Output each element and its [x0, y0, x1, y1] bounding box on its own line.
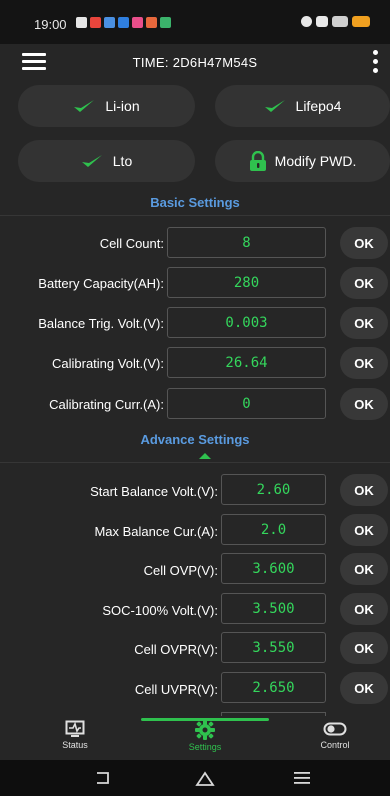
start-balance-volt-input[interactable]: 2.60 [221, 474, 326, 505]
calibrating-volt-label: Calibrating Volt.(V): [52, 356, 164, 371]
app-blue2-icon [118, 17, 129, 28]
nav-settings[interactable]: Settings [160, 720, 250, 752]
soc-100-volt-ok-button[interactable]: OK [340, 593, 388, 625]
app-red-icon [90, 17, 101, 28]
app-bar: TIME: 2D6H47M54S [0, 44, 390, 80]
signal-icon [332, 16, 348, 27]
status-time: 19:00 [34, 17, 67, 32]
balance-trig-volt-ok-button[interactable]: OK [340, 307, 388, 339]
alarm-icon [301, 16, 312, 27]
app-blue-icon [104, 17, 115, 28]
battery-capacity-input[interactable]: 280 [167, 267, 326, 298]
calibrating-curr-label: Calibrating Curr.(A): [49, 397, 164, 412]
lifepo4-label: Lifepo4 [295, 98, 342, 114]
runtime-title: TIME: 2D6H47M54S [132, 55, 258, 70]
cell-ovpr-input[interactable]: 3.550 [221, 632, 326, 663]
battery-icon [352, 16, 370, 27]
system-icons [301, 16, 370, 27]
divider [0, 215, 390, 216]
cell-ovp-input[interactable]: 3.600 [221, 553, 326, 584]
max-balance-cur-ok-button[interactable]: OK [340, 514, 388, 546]
modify-password-button[interactable]: Modify PWD. [215, 140, 390, 182]
calibrating-curr-ok-button[interactable]: OK [340, 388, 388, 420]
calibrating-volt-ok-button[interactable]: OK [340, 347, 388, 379]
more-options-icon[interactable] [368, 49, 382, 75]
app-orange-icon [146, 17, 157, 28]
calibrating-volt-input[interactable]: 26.64 [167, 347, 326, 378]
liion-button[interactable]: Li-ion [18, 85, 195, 127]
recents-menu-icon[interactable] [293, 771, 311, 785]
check-icon [81, 155, 102, 167]
lock-icon [249, 151, 266, 171]
lifepo4-button[interactable]: Lifepo4 [215, 85, 390, 127]
nav-status-label: Status [62, 740, 88, 750]
photo-icon [76, 17, 87, 28]
nav-control-label: Control [320, 740, 350, 750]
back-icon[interactable] [93, 771, 111, 785]
start-balance-volt-ok-button[interactable]: OK [340, 474, 388, 506]
notification-icons [76, 17, 171, 28]
cell-count-ok-button[interactable]: OK [340, 227, 388, 259]
lto-button[interactable]: Lto [18, 140, 195, 182]
cell-ovp-label: Cell OVP(V): [143, 563, 218, 578]
cell-uvpr-input[interactable]: 2.650 [221, 672, 326, 703]
check-icon [74, 100, 95, 112]
cell-ovpr-ok-button[interactable]: OK [340, 632, 388, 664]
system-navigation-bar [0, 760, 390, 796]
nav-settings-label: Settings [188, 742, 222, 752]
nav-status[interactable]: Status [30, 720, 120, 750]
cell-uvpr-ok-button[interactable]: OK [340, 672, 388, 704]
cell-uvpr-label: Cell UVPR(V): [134, 682, 218, 697]
battery-capacity-label: Battery Capacity(AH): [38, 276, 164, 291]
home-icon[interactable] [195, 770, 215, 786]
status-monitor-icon [65, 720, 85, 737]
collapse-arrow-icon[interactable] [199, 452, 211, 459]
divider [0, 462, 390, 463]
lto-label: Lto [112, 153, 133, 169]
app-green-icon [160, 17, 171, 28]
cell-ovp-ok-button[interactable]: OK [340, 553, 388, 585]
basic-settings-title: Basic Settings [150, 195, 240, 210]
cell-ovpr-label: Cell OVPR(V): [134, 642, 218, 657]
app-pink-icon [132, 17, 143, 28]
toggle-switch-icon [323, 722, 347, 736]
calibrating-curr-input[interactable]: 0 [167, 388, 326, 419]
max-balance-cur-label: Max Balance Cur.(A): [94, 524, 218, 539]
liion-label: Li-ion [105, 98, 140, 114]
cell-count-label: Cell Count: [99, 236, 164, 251]
soc-100-volt-label: SOC-100% Volt.(V): [102, 603, 218, 618]
bottom-nav: Status Settings Control [0, 716, 390, 760]
cell-count-input[interactable]: 8 [167, 227, 326, 258]
check-icon [264, 100, 285, 112]
balance-trig-volt-label: Balance Trig. Volt.(V): [38, 316, 164, 331]
advance-settings-title[interactable]: Advance Settings [0, 432, 390, 447]
modify-password-label: Modify PWD. [274, 153, 357, 169]
start-balance-volt-label: Start Balance Volt.(V): [90, 484, 218, 499]
max-balance-cur-input[interactable]: 2.0 [221, 514, 326, 545]
status-bar: 19:00 [0, 0, 390, 44]
settings-gear-icon [195, 720, 215, 740]
soc-100-volt-input[interactable]: 3.500 [221, 593, 326, 624]
battery-capacity-ok-button[interactable]: OK [340, 267, 388, 299]
hd-icon [316, 16, 328, 27]
nav-control[interactable]: Control [290, 720, 380, 750]
balance-trig-volt-input[interactable]: 0.003 [167, 307, 326, 338]
